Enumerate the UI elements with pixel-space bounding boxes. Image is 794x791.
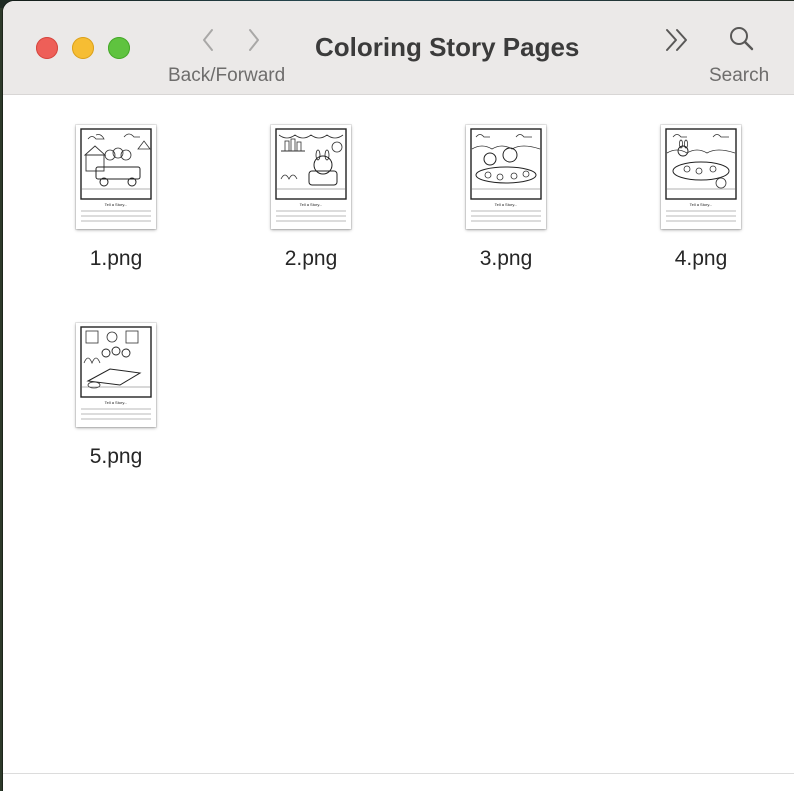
chevron-right-icon bbox=[249, 29, 259, 51]
window-title: Coloring Story Pages bbox=[315, 32, 580, 62]
file-thumbnail: Tell a Story... bbox=[271, 125, 351, 229]
svg-text:Tell a Story...: Tell a Story... bbox=[495, 202, 518, 207]
minimize-window-button[interactable] bbox=[72, 37, 94, 59]
svg-text:Tell a Story...: Tell a Story... bbox=[690, 202, 713, 207]
double-chevron-icon bbox=[666, 29, 687, 51]
file-name: 1.png bbox=[89, 247, 143, 270]
close-window-button[interactable] bbox=[36, 37, 58, 59]
file-thumbnail: Tell a Story... bbox=[76, 323, 156, 427]
back-forward-label: Back/Forward bbox=[168, 65, 286, 86]
file-item[interactable]: Tell a Story... 3.png bbox=[416, 125, 596, 275]
file-name: 3.png bbox=[479, 247, 533, 270]
forward-button[interactable] bbox=[239, 23, 269, 57]
file-name: 2.png bbox=[284, 247, 338, 270]
file-name: 4.png bbox=[674, 247, 728, 270]
file-item[interactable]: Tell a Story... 4.png bbox=[611, 125, 791, 275]
file-item[interactable]: Tell a Story... 5.png bbox=[26, 323, 206, 473]
search-label: Search bbox=[709, 65, 770, 86]
file-item[interactable]: Tell a Story... 1.png bbox=[26, 125, 206, 275]
finder-window: Back/Forward Coloring Story Pages Search bbox=[3, 1, 794, 791]
svg-text:Tell a Story...: Tell a Story... bbox=[105, 400, 128, 405]
svg-text:Tell a Story...: Tell a Story... bbox=[300, 202, 323, 207]
svg-text:Tell a Story...: Tell a Story... bbox=[105, 202, 128, 207]
window-bottom-divider bbox=[3, 773, 794, 774]
chevron-left-icon bbox=[203, 29, 213, 51]
magnifier-icon bbox=[730, 27, 754, 51]
search-button[interactable] bbox=[725, 21, 759, 57]
back-button[interactable] bbox=[193, 23, 223, 57]
file-name: 5.png bbox=[89, 445, 143, 468]
window-toolbar: Back/Forward Coloring Story Pages Search bbox=[3, 1, 794, 95]
file-thumbnail: Tell a Story... bbox=[76, 125, 156, 229]
toolbar-overflow-button[interactable] bbox=[659, 23, 695, 57]
file-item[interactable]: Tell a Story... 2.png bbox=[221, 125, 401, 275]
zoom-window-button[interactable] bbox=[108, 37, 130, 59]
file-thumbnail: Tell a Story... bbox=[466, 125, 546, 229]
file-thumbnail: Tell a Story... bbox=[661, 125, 741, 229]
